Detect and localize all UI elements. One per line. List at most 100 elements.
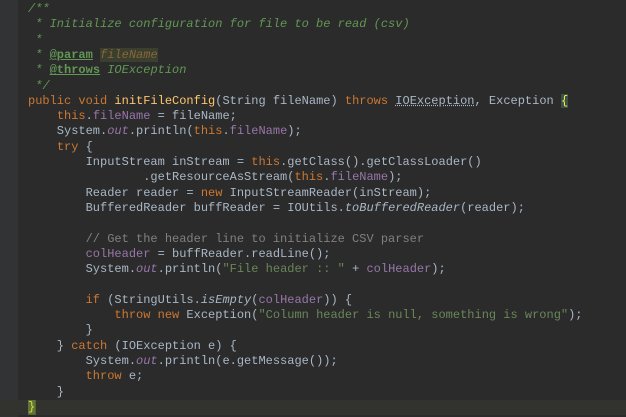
code-line[interactable]: } <box>28 385 64 400</box>
code-token: this <box>251 155 281 169</box>
code-token: "Column header is null, something is wro… <box>258 308 569 322</box>
code-line[interactable]: } <box>0 399 626 415</box>
code-token: throw <box>85 369 122 384</box>
code-token: throw new <box>114 308 180 322</box>
code-token: /** <box>28 2 50 16</box>
code-line[interactable]: .getResourceAsStream(this.fileName); <box>28 170 402 185</box>
code-token: { <box>78 139 93 154</box>
code-line[interactable]: System.out.println("File header :: " + c… <box>28 262 446 277</box>
code-line[interactable]: * Initialize configuration for file to b… <box>28 17 409 32</box>
code-token: { <box>560 93 569 108</box>
code-token: IOException <box>395 93 475 108</box>
code-line[interactable]: * @param fileName <box>28 47 158 63</box>
code-token: . <box>222 124 230 139</box>
code-token: } <box>28 323 93 338</box>
code-line[interactable]: } <box>28 323 93 338</box>
code-token: .getClass().getClassLoader() <box>280 155 482 169</box>
code-token: e; <box>121 369 144 384</box>
code-token: System. <box>28 262 137 277</box>
code-line[interactable]: this.fileName = fileName; <box>28 109 237 124</box>
code-token: throws <box>344 93 396 108</box>
code-token: ); <box>388 170 403 185</box>
code-line[interactable]: try { <box>28 140 93 155</box>
code-line[interactable]: // Get the header line to initialize CSV… <box>28 232 424 247</box>
code-token: isEmpty <box>200 292 252 307</box>
code-token: colHeader <box>366 262 432 277</box>
code-token: . <box>85 109 93 124</box>
code-token: colHeader <box>85 246 151 261</box>
code-line[interactable]: */ <box>28 78 50 94</box>
code-token: // Get the header line to initialize CSV… <box>85 231 425 246</box>
code-line[interactable]: Reader reader = new InputStreamReader(in… <box>28 185 432 201</box>
code-token: InputStream inStream = <box>28 155 252 169</box>
code-token: .getResourceAsStream( <box>28 170 295 185</box>
code-line[interactable]: colHeader = buffReader.readLine(); <box>28 246 331 262</box>
code-token: } <box>28 338 72 353</box>
code-token: @throws <box>49 63 101 78</box>
code-token: ); <box>568 308 583 322</box>
code-token: Reader reader = <box>28 185 201 200</box>
code-token: .println( <box>157 262 223 277</box>
code-line[interactable]: InputStream inStream = this.getClass().g… <box>28 155 482 170</box>
code-token: catch <box>71 338 108 353</box>
code-token: */ <box>28 78 50 93</box>
text-caret <box>28 399 36 415</box>
code-token: out <box>136 262 158 277</box>
code-editor[interactable]: /** * Initialize configuration for file … <box>0 0 626 417</box>
code-token: ); <box>431 262 446 277</box>
code-token: + <box>344 262 367 277</box>
code-token: .println(e.getMessage()); <box>157 353 338 368</box>
code-token: = fileName; <box>150 109 237 124</box>
code-line[interactable]: } catch (IOException e) { <box>28 339 237 354</box>
code-token: , Exception <box>474 93 561 108</box>
code-token: this <box>294 170 324 185</box>
code-token: if <box>85 292 101 307</box>
code-token: new <box>200 185 223 200</box>
code-token: fileName <box>229 124 288 139</box>
code-line[interactable]: * @throws IOException <box>28 63 186 78</box>
code-line[interactable]: if (StringUtils.isEmpty(colHeader)) { <box>28 293 352 308</box>
code-token: ); <box>287 124 302 139</box>
code-line[interactable]: System.out.println(e.getMessage()); <box>28 354 338 369</box>
code-token: BufferedReader buffReader = IOUtils. <box>28 200 345 215</box>
code-token: out <box>107 124 129 139</box>
code-line[interactable]: public void initFileConfig(String fileNa… <box>28 93 569 109</box>
code-token: .println( <box>128 124 194 139</box>
code-token: colHeader <box>258 292 324 307</box>
code-token: @param <box>49 47 93 62</box>
code-line[interactable]: throw e; <box>28 369 144 384</box>
code-token: System. <box>28 124 108 139</box>
code-area[interactable]: /** * Initialize configuration for file … <box>0 0 626 417</box>
code-line[interactable]: /** <box>28 2 50 17</box>
code-line[interactable]: System.out.println(this.fileName); <box>28 124 302 139</box>
code-token: toBufferedReader <box>344 200 461 215</box>
code-token: public void <box>28 93 115 108</box>
code-token: out <box>136 353 158 368</box>
code-token: (IOException e) { <box>107 338 237 353</box>
code-line[interactable]: BufferedReader buffReader = IOUtils.toBu… <box>28 201 525 216</box>
code-token: this <box>193 124 223 139</box>
code-token: fileName <box>100 47 158 62</box>
code-token: * <box>28 63 50 78</box>
code-token: try <box>56 139 79 154</box>
code-token: (reader); <box>460 200 525 215</box>
code-line[interactable]: * <box>28 33 42 48</box>
code-token: "File header :: " <box>222 262 345 277</box>
code-token: fileName <box>92 109 151 124</box>
code-line[interactable]: throw new Exception("Column header is nu… <box>28 308 583 323</box>
code-token: * <box>28 32 43 47</box>
code-token: Exception( <box>179 308 259 322</box>
code-token: initFileConfig <box>114 93 216 108</box>
code-token: System. <box>28 353 137 368</box>
code-token: )) { <box>323 292 353 307</box>
code-token: IOException <box>100 63 187 78</box>
code-token: = buffReader.readLine(); <box>150 246 331 261</box>
code-token: InputStreamReader(inStream); <box>222 185 432 200</box>
